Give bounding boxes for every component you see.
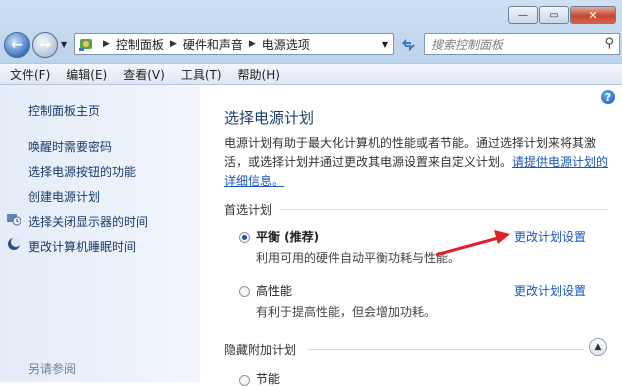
collapse-chevron-icon[interactable]: ▲	[589, 338, 607, 356]
refresh-icon	[402, 39, 415, 52]
menu-tools[interactable]: 工具(T)	[175, 66, 228, 83]
menu-help[interactable]: 帮助(H)	[232, 66, 286, 83]
help-icon[interactable]: ?	[601, 90, 615, 104]
balanced-change-settings-link[interactable]: 更改计划设置	[514, 228, 586, 245]
breadcrumb-power-options[interactable]: 电源选项	[262, 36, 310, 53]
main-content: ? 选择电源计划 电源计划有助于最大化计算机的性能或者节能。通过选择计划来将其激…	[200, 85, 622, 386]
divider	[280, 209, 608, 210]
high-performance-description: 有利于提高性能，但会增加功耗。	[256, 305, 437, 319]
high-performance-plan-name[interactable]: 高性能	[256, 282, 292, 299]
power-saver-plan-name[interactable]: 节能	[256, 370, 280, 387]
address-dropdown-icon[interactable]: ▼	[377, 40, 393, 49]
sidebar-link-sleep-time[interactable]: 更改计算机睡眠时间	[28, 238, 136, 255]
menu-file[interactable]: 文件(F)	[4, 66, 56, 83]
sidebar-link-display-off[interactable]: 选择关闭显示器的时间	[28, 213, 148, 230]
close-button[interactable]: ✕	[570, 6, 616, 24]
caption-buttons: — ▭ ✕	[508, 6, 616, 24]
page-title: 选择电源计划	[224, 109, 315, 127]
search-box[interactable]: ⚲	[424, 33, 620, 55]
maximize-button[interactable]: ▭	[539, 6, 569, 24]
navigation-bar: ← → ▼ ▶ 控制面板 ▶ 硬件和声音 ▶ 电源选项 ▼ ⚲	[4, 31, 620, 59]
moon-sleep-icon	[8, 237, 21, 250]
power-saver-radio[interactable]	[239, 375, 250, 386]
hidden-plans-heading[interactable]: 隐藏附加计划	[224, 341, 296, 358]
sidebar-link-wake-password[interactable]: 唤醒时需要密码	[28, 138, 112, 155]
high-performance-change-settings-link[interactable]: 更改计划设置	[514, 282, 586, 299]
address-bar[interactable]: ▶ 控制面板 ▶ 硬件和声音 ▶ 电源选项 ▼	[74, 33, 394, 55]
balanced-plan-radio[interactable]	[239, 232, 250, 243]
balanced-plan-description: 利用可用的硬件自动平衡功耗与性能。	[256, 251, 461, 265]
preferred-plans-heading: 首选计划	[224, 203, 273, 217]
menu-bar: 文件(F) 编辑(E) 查看(V) 工具(T) 帮助(H)	[0, 63, 622, 85]
recent-pages-icon[interactable]: ▼	[61, 40, 67, 49]
refresh-button[interactable]	[396, 33, 420, 55]
forward-button[interactable]: →	[32, 32, 58, 58]
high-performance-radio[interactable]	[239, 286, 250, 297]
control-panel-icon	[75, 34, 97, 54]
breadcrumb-hardware-sound[interactable]: 硬件和声音	[183, 36, 243, 53]
sidebar: 控制面板主页 唤醒时需要密码 选择电源按钮的功能 创建电源计划 选择关闭显示器的…	[0, 85, 200, 382]
chevron-right-icon[interactable]: ▶	[249, 39, 256, 49]
window: — ▭ ✕ ← → ▼ ▶ 控制面板 ▶ 硬件和声音 ▶ 电源选项 ▼ ⚲ 文件…	[0, 0, 622, 386]
see-also-heading: 另请参阅	[28, 362, 77, 376]
sidebar-link-create-plan[interactable]: 创建电源计划	[28, 188, 100, 205]
menu-view[interactable]: 查看(V)	[117, 66, 171, 83]
divider	[308, 349, 584, 350]
monitor-clock-icon	[7, 214, 21, 226]
sidebar-link-home[interactable]: 控制面板主页	[28, 102, 100, 119]
balanced-plan-name[interactable]: 平衡 (推荐)	[256, 228, 319, 245]
search-input[interactable]	[429, 35, 601, 55]
chevron-right-icon[interactable]: ▶	[170, 39, 177, 49]
sidebar-link-power-button[interactable]: 选择电源按钮的功能	[28, 163, 136, 180]
breadcrumb-control-panel[interactable]: 控制面板	[116, 36, 164, 53]
page-description: 电源计划有助于最大化计算机的性能或者节能。通过选择计划来将其激活，或选择计划并通…	[224, 134, 612, 191]
search-icon[interactable]: ⚲	[604, 36, 614, 51]
minimize-button[interactable]: —	[508, 6, 538, 24]
back-button[interactable]: ←	[4, 32, 30, 58]
chevron-right-icon[interactable]: ▶	[103, 39, 110, 49]
menu-edit[interactable]: 编辑(E)	[60, 66, 113, 83]
